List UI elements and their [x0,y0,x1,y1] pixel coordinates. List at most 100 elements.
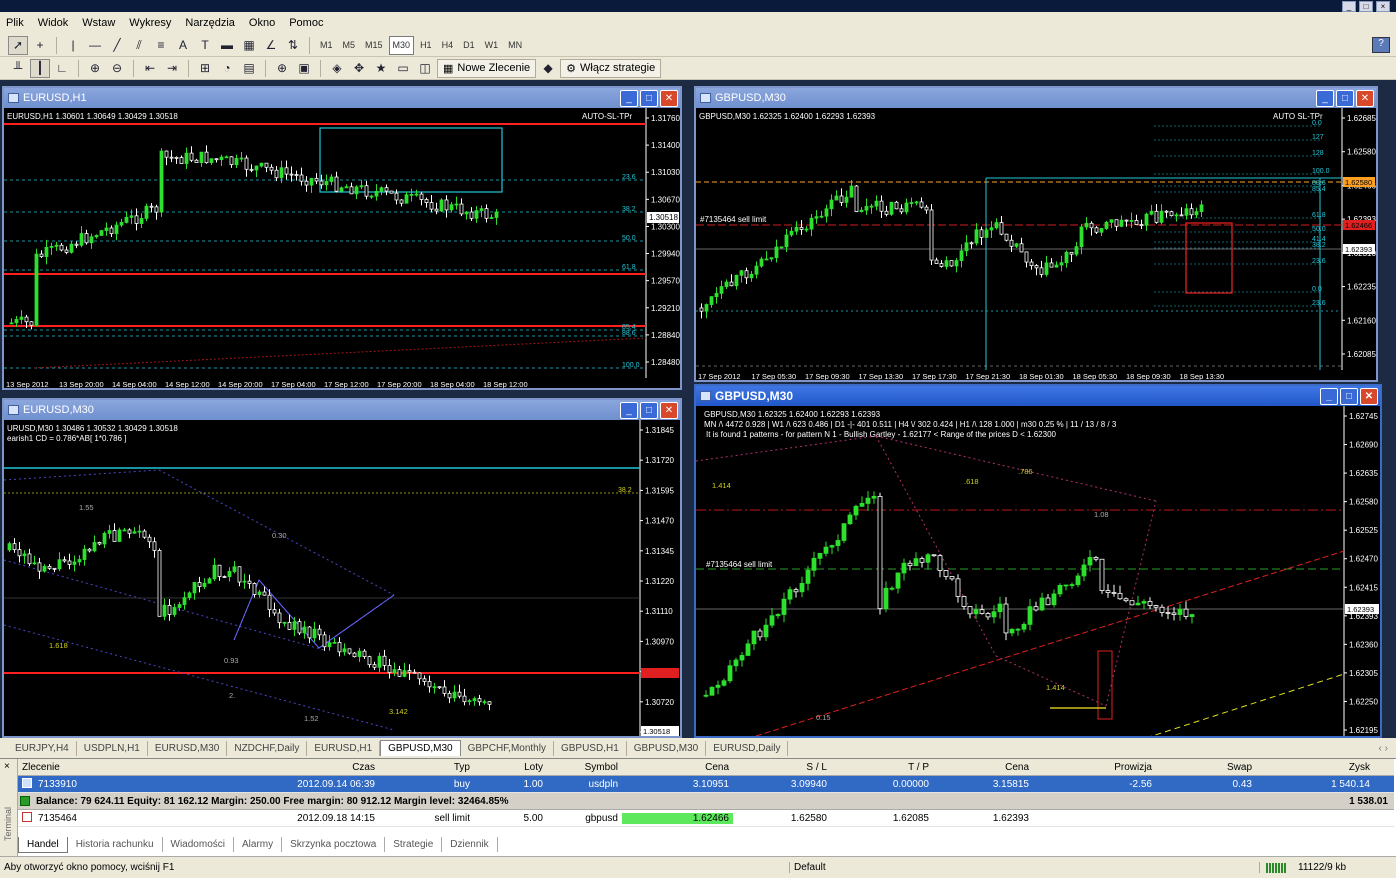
profiles-icon[interactable]: ▣ [294,59,314,78]
timeframe-m5[interactable]: M5 [339,36,360,55]
tab-trade[interactable]: Handel [18,836,68,853]
close-button[interactable]: ✕ [1356,89,1374,107]
timeframe-h4[interactable]: H4 [438,36,458,55]
chart-window-gbpusd-m30-active[interactable]: GBPUSD,M30 _ □ ✕ 1.62745 1.62690 1.62635 1.62… [694,384,1382,738]
chart-window-eurusd-h1[interactable]: EURUSD,H1 _ □ ✕ 1.31760 1.31400 1.31030 1.306… [2,86,682,390]
chart-shift-icon[interactable]: ⇥ [162,59,182,78]
menu-insert[interactable]: Wstaw [82,17,115,29]
close-button[interactable]: ✕ [660,401,678,419]
chart-area[interactable]: 1.31845 1.31720 1.31595 1.31470 1.31345 1.312… [4,420,680,736]
col-header[interactable]: Zysk [1256,762,1374,773]
vertical-line-icon[interactable]: | [63,36,83,55]
col-header[interactable]: T / P [831,762,933,773]
menu-help[interactable]: Pomoc [289,17,323,29]
indicators-icon[interactable]: ⊞ [195,59,215,78]
timeframe-m1[interactable]: M1 [316,36,337,55]
chart-area[interactable]: 1.62745 1.62690 1.62635 1.62580 1.62525 1.624… [696,406,1380,736]
table-row[interactable]: 7135464 2012.09.18 14:15 sell limit 5.00… [18,810,1394,827]
tab-journal[interactable]: Dziennik [442,837,498,852]
maximize-button[interactable]: □ [1340,387,1358,405]
tab-mailbox[interactable]: Skrzynka pocztowa [282,837,386,852]
chart-tab-selected[interactable]: GBPUSD,M30 [380,740,461,756]
menu-tools[interactable]: Narzędzia [185,17,235,29]
chart-tab[interactable]: GBPUSD,H1 [554,740,627,756]
favorites-star-icon[interactable]: ★ [371,59,391,78]
tab-alerts[interactable]: Alarmy [234,837,283,852]
timeframe-w1[interactable]: W1 [481,36,503,55]
terminal-icon[interactable]: ▭ [393,59,413,78]
col-header[interactable]: Cena [933,762,1033,773]
chart-tab[interactable]: EURUSD,M30 [148,740,228,756]
chart-tab[interactable]: NZDCHF,Daily [227,740,308,756]
rectangle-icon[interactable]: ▬ [217,36,237,55]
chart-tab[interactable]: GBPUSD,M30 [627,740,707,756]
bar-chart-icon[interactable]: ╨ [8,59,28,78]
grid-tool-icon[interactable]: ▦ [239,36,259,55]
periods-icon[interactable]: ◔ [217,59,237,78]
auto-scroll-icon[interactable]: ⇤ [140,59,160,78]
zoom-out-icon[interactable]: ⊖ [107,59,127,78]
menu-charts[interactable]: Wykresy [129,17,171,29]
chart-tab[interactable]: USDPLN,H1 [77,740,148,756]
col-header[interactable]: Swap [1156,762,1256,773]
line-chart-icon[interactable]: ∟ [52,59,72,78]
app-close-button[interactable]: × [1376,1,1390,12]
table-row[interactable]: 7133910 2012.09.14 06:39 buy 1.00 usdpln… [18,776,1394,793]
chart-window-gbpusd-m30-top[interactable]: GBPUSD,M30 _□✕ 1.62685 1.62580 1.62466 1.62… [694,86,1378,382]
app-minimize-button[interactable]: _ [1342,1,1356,12]
candlestick-icon[interactable]: ┃ [30,58,50,78]
col-header[interactable]: Cena [622,762,733,773]
new-order-button[interactable]: ▦ Nowe Zlecenie [437,58,537,78]
chart-tab[interactable]: EURUSD,Daily [706,740,789,756]
menu-view[interactable]: Widok [38,17,69,29]
menu-file[interactable]: Plik [6,17,24,29]
timeframe-m15[interactable]: M15 [361,36,387,55]
enable-strategies-button[interactable]: ⚙ Włącz strategie [560,58,662,78]
angle-icon[interactable]: ∠ [261,36,281,55]
col-header[interactable]: Typ [379,762,474,773]
navigator-icon[interactable]: ✥ [349,59,369,78]
col-header[interactable]: Czas [151,762,379,773]
text-icon[interactable]: A [173,36,193,55]
fibonacci-icon[interactable]: ≡ [151,36,171,55]
timeframe-m30[interactable]: M30 [388,35,415,55]
chart-area[interactable]: 1.31760 1.31400 1.31030 1.30670 1.30300 1.299… [4,108,680,388]
timeframe-mn[interactable]: MN [504,36,526,55]
maximize-button[interactable]: □ [640,89,658,107]
col-header[interactable]: Prowizja [1033,762,1156,773]
chart-tab[interactable]: EURUSD,H1 [307,740,381,756]
horizontal-line-icon[interactable]: — [85,36,105,55]
maximize-button[interactable]: □ [640,401,658,419]
timeframe-h1[interactable]: H1 [416,36,436,55]
tab-news[interactable]: Wiadomości [163,837,234,852]
channel-icon[interactable]: ⫽ [129,36,149,55]
chart-area[interactable]: 1.626851.625801.624661.623931.623101.622… [696,108,1376,380]
tab-account-history[interactable]: Historia rachunku [68,837,163,852]
minimize-button[interactable]: _ [620,401,638,419]
zoom-in-icon[interactable]: ⊕ [85,59,105,78]
terminal-close-icon[interactable]: × [4,761,10,772]
minimize-button[interactable]: _ [1320,387,1338,405]
col-header[interactable]: Symbol [547,762,622,773]
chart-window-eurusd-m30[interactable]: EURUSD,M30 _ □ ✕ 1.31845 1.31720 1.31595 1.31… [2,398,682,738]
minimize-button[interactable]: _ [620,89,638,107]
menu-window[interactable]: Okno [249,17,275,29]
new-chart-icon[interactable]: ⊕ [272,59,292,78]
close-button[interactable]: ✕ [1360,387,1378,405]
trendline-icon[interactable]: ╱ [107,36,127,55]
close-button[interactable]: ✕ [660,89,678,107]
market-watch-icon[interactable]: ◈ [327,59,347,78]
cursor-icon[interactable]: ➚ [8,35,28,55]
col-header[interactable]: Zlecenie [18,762,151,773]
chart-tab[interactable]: EURJPY,H4 [8,740,77,756]
arrows-icon[interactable]: ⇅ [283,36,303,55]
minimize-button[interactable]: _ [1316,89,1334,107]
tab-strategies[interactable]: Strategie [385,837,443,852]
tab-scroll-arrows[interactable]: ‹ › [1379,743,1388,754]
crosshair-icon[interactable]: + [30,36,50,55]
text-label-icon[interactable]: T [195,36,215,55]
tester-icon[interactable]: ◫ [415,59,435,78]
maximize-button[interactable]: □ [1336,89,1354,107]
col-header[interactable]: Loty [474,762,547,773]
templates-icon[interactable]: ▤ [239,59,259,78]
